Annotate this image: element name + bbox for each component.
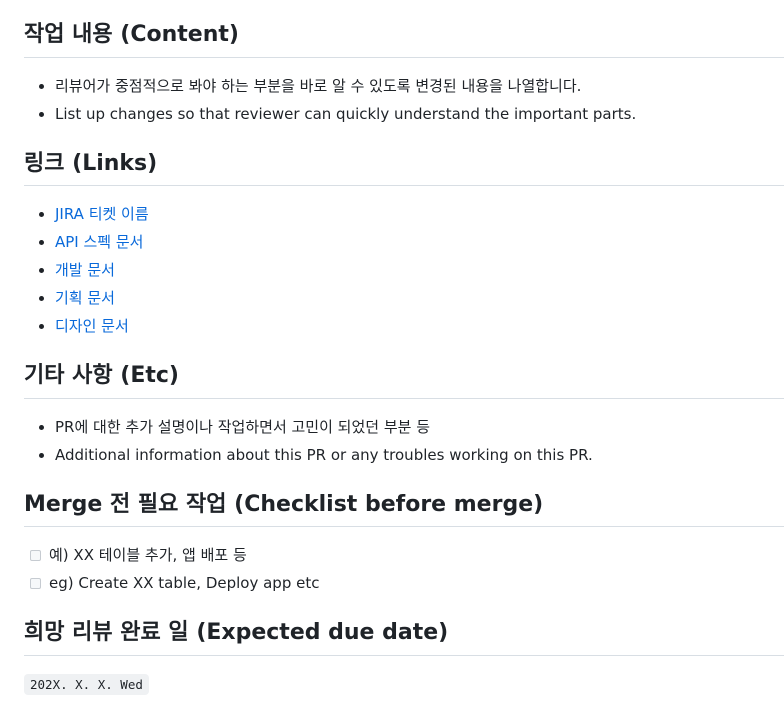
checklist: 예) XX 테이블 추가, 앱 배포 등 eg) Create XX table… xyxy=(24,541,784,597)
link-planning-doc[interactable]: 기획 문서 xyxy=(55,289,115,307)
link-jira-ticket[interactable]: JIRA 티켓 이름 xyxy=(55,205,149,223)
due-date-line: 202X. X. X. Wed xyxy=(24,673,784,695)
heading-checklist: Merge 전 필요 작업 (Checklist before merge) xyxy=(24,491,784,527)
task-checkbox[interactable] xyxy=(30,577,41,589)
section-due-date: 희망 리뷰 완료 일 (Expected due date) 202X. X. … xyxy=(24,597,784,695)
etc-list: PR에 대한 추가 설명이나 작업하면서 고민이 되었던 부분 등 Additi… xyxy=(24,413,784,469)
list-item-link: 기획 문서 xyxy=(55,284,784,312)
list-item-link: 개발 문서 xyxy=(55,256,784,284)
link-dev-doc[interactable]: 개발 문서 xyxy=(55,261,115,279)
task-item: 예) XX 테이블 추가, 앱 배포 등 xyxy=(30,541,784,569)
heading-content: 작업 내용 (Content) xyxy=(24,21,784,58)
list-item-link: JIRA 티켓 이름 xyxy=(55,200,784,228)
list-item: List up changes so that reviewer can qui… xyxy=(55,100,784,128)
link-design-doc[interactable]: 디자인 문서 xyxy=(55,317,129,335)
list-item: 리뷰어가 중점적으로 봐야 하는 부분을 바로 알 수 있도록 변경된 내용을 … xyxy=(55,72,784,100)
list-item-link: API 스펙 문서 xyxy=(55,228,784,256)
markdown-document: 작업 내용 (Content) 리뷰어가 중점적으로 봐야 하는 부분을 바로 … xyxy=(24,0,784,695)
section-etc: 기타 사항 (Etc) PR에 대한 추가 설명이나 작업하면서 고민이 되었던… xyxy=(24,340,784,469)
task-label: 예) XX 테이블 추가, 앱 배포 등 xyxy=(49,546,247,564)
links-list: JIRA 티켓 이름 API 스펙 문서 개발 문서 기획 문서 디자인 문서 xyxy=(24,200,784,340)
list-item: Additional information about this PR or … xyxy=(55,441,784,469)
due-date-code: 202X. X. X. Wed xyxy=(24,673,149,695)
link-api-spec[interactable]: API 스펙 문서 xyxy=(55,233,143,251)
list-item-link: 디자인 문서 xyxy=(55,312,784,340)
content-list: 리뷰어가 중점적으로 봐야 하는 부분을 바로 알 수 있도록 변경된 내용을 … xyxy=(24,72,784,128)
list-item: PR에 대한 추가 설명이나 작업하면서 고민이 되었던 부분 등 xyxy=(55,413,784,441)
section-links: 링크 (Links) JIRA 티켓 이름 API 스펙 문서 개발 문서 기획… xyxy=(24,128,784,341)
task-item: eg) Create XX table, Deploy app etc xyxy=(30,569,784,597)
heading-etc: 기타 사항 (Etc) xyxy=(24,362,784,399)
task-checkbox[interactable] xyxy=(30,549,41,561)
heading-due-date: 희망 리뷰 완료 일 (Expected due date) xyxy=(24,619,784,656)
task-label: eg) Create XX table, Deploy app etc xyxy=(49,574,320,592)
section-checklist: Merge 전 필요 작업 (Checklist before merge) 예… xyxy=(24,469,784,598)
heading-links: 링크 (Links) xyxy=(24,150,784,186)
section-content: 작업 내용 (Content) 리뷰어가 중점적으로 봐야 하는 부분을 바로 … xyxy=(24,0,784,128)
